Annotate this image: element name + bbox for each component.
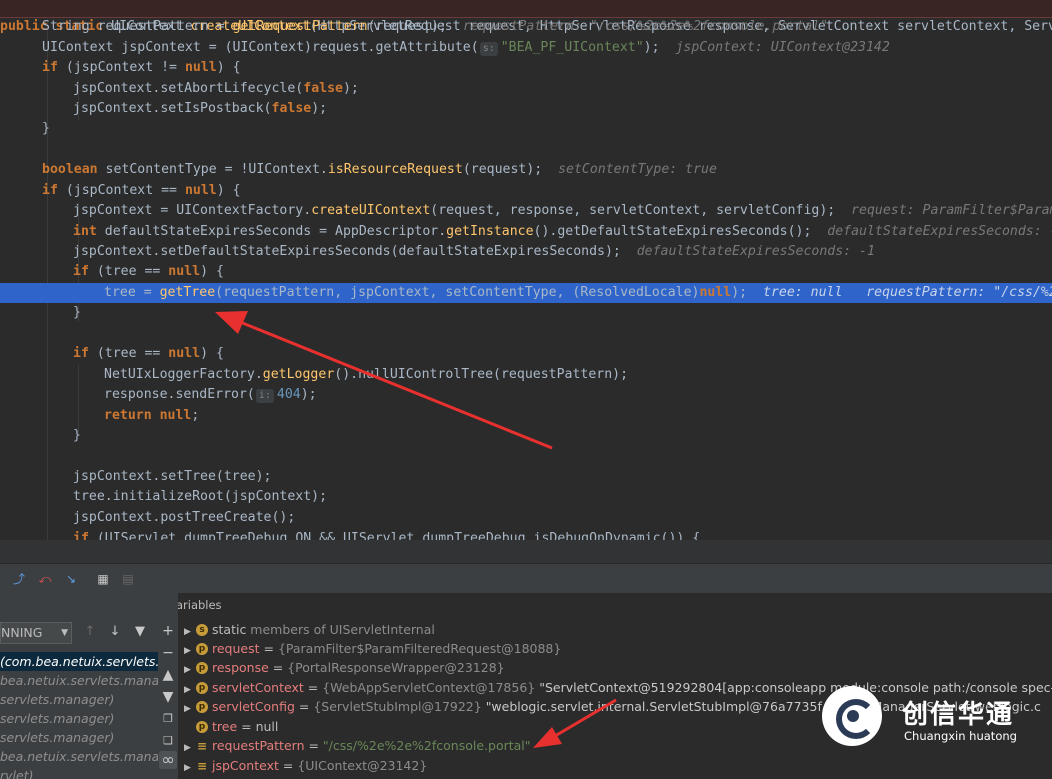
- frame-item[interactable]: servlets.manager): [0, 728, 114, 747]
- variables-side-toolbar: + − ▲ ▼ ❐ ❏ ∞: [158, 593, 178, 779]
- static-icon: s: [196, 623, 208, 636]
- copy-icon[interactable]: ❐: [159, 710, 177, 728]
- run-to-cursor-icon[interactable]: ↘: [63, 571, 79, 587]
- code-line-current-execution[interactable]: tree = getTree(requestPattern, jspContex…: [0, 283, 1052, 303]
- code-line[interactable]: }: [0, 303, 81, 323]
- parameter-icon: p: [196, 700, 208, 713]
- inline-value-hint: tree: null requestPattern: "/css/%2e%2: [763, 285, 1052, 300]
- arrow-down-icon[interactable]: ↓: [107, 624, 123, 640]
- infinity-icon[interactable]: ∞: [159, 751, 177, 769]
- code-line[interactable]: if (jspContext != null) {: [0, 58, 241, 78]
- code-line[interactable]: jspContext = UIContextFactory.createUICo…: [0, 201, 1052, 221]
- drop-frame-icon[interactable]: ⤺: [37, 571, 53, 587]
- inline-value-hint: request: ParamFilter$ParamFi: [851, 203, 1052, 218]
- code-line[interactable]: }: [0, 426, 81, 446]
- inline-value-hint: defaultStateExpiresSeconds: -1: [827, 224, 1052, 239]
- code-line[interactable]: boolean setContentType = !UIContext.isRe…: [0, 160, 717, 180]
- local-variable-icon: ≡: [196, 758, 208, 773]
- frame-item[interactable]: bea.netuix.servlets.manager.: [0, 747, 158, 766]
- code-editor[interactable]: public static UIContext createUIContext(…: [0, 0, 1052, 540]
- chevron-down-icon: ▼: [61, 628, 68, 638]
- code-line[interactable]: jspContext.setIsPostback(false);: [0, 99, 327, 119]
- frame-item[interactable]: rvlet): [0, 766, 33, 779]
- code-line[interactable]: UIContext jspContext = (UIContext)reques…: [0, 38, 890, 58]
- code-line[interactable]: NetUIxLoggerFactory.getLogger().nullUICo…: [0, 365, 628, 385]
- minus-icon[interactable]: −: [159, 644, 177, 662]
- parameter-hint: i:: [255, 389, 274, 403]
- code-line[interactable]: if (tree == null) {: [0, 344, 224, 364]
- code-line[interactable]: jspContext.setTree(tree);: [0, 467, 272, 487]
- arrow-up-icon[interactable]: ↑: [82, 624, 98, 640]
- frame-item[interactable]: (com.bea.netuix.servlets.: [0, 652, 158, 671]
- step-out-icon[interactable]: ⤴: [11, 571, 27, 587]
- add-watch-icon[interactable]: +: [159, 622, 177, 640]
- debugger-toolbar: ⤴ ⤺ ↘ ▦ ▤: [0, 563, 1052, 594]
- code-line[interactable]: if (jspContext == null) {: [0, 181, 241, 201]
- variables-title: Variables: [178, 598, 222, 612]
- parameter-hint: s:: [479, 42, 498, 56]
- inline-value-hint: setContentType: true: [558, 162, 717, 177]
- evaluate-expression-icon[interactable]: ▦: [95, 571, 111, 587]
- code-line[interactable]: response.sendError(i: 404);: [0, 385, 317, 405]
- frame-item[interactable]: bea.netuix.servlets.manag: [0, 671, 158, 690]
- code-line[interactable]: jspContext.postTreeCreate();: [0, 508, 295, 528]
- variable-row[interactable]: ▶ptree = null: [178, 717, 278, 736]
- inline-value-hint: requestPattern: "/css/%2e%2e%2fconsole.p…: [462, 19, 829, 34]
- code-line-method-signature[interactable]: public static UIContext createUIContext(…: [0, 0, 1052, 34]
- inline-value-hint: jspContext: UIContext@23142: [675, 40, 890, 55]
- frame-item[interactable]: servlets.manager): [0, 690, 114, 709]
- arrow-down-icon[interactable]: ▼: [159, 688, 177, 706]
- chevron-right-icon[interactable]: ▶: [184, 759, 196, 778]
- code-line[interactable]: if (tree == null) {: [0, 262, 224, 282]
- trace-icon[interactable]: ▤: [120, 571, 136, 587]
- parameter-icon: p: [196, 681, 208, 694]
- arrow-up-icon[interactable]: ▲: [159, 666, 177, 684]
- code-line[interactable]: jspContext.setDefaultStateExpiresSeconds…: [0, 242, 875, 262]
- panel-divider: [0, 540, 1052, 563]
- frame-item[interactable]: servlets.manager): [0, 709, 114, 728]
- variable-row[interactable]: ▶ ≡ jspContext = {UIContext@23142}: [178, 756, 427, 775]
- code-line[interactable]: }: [0, 119, 50, 139]
- variable-row[interactable]: ▶ p response = {PortalResponseWrapper@2312…: [178, 658, 505, 677]
- watermark-logo: 创信华通 Chuangxin huatong: [822, 686, 1052, 748]
- code-line[interactable]: jspContext.setAbortLifecycle(false);: [0, 79, 359, 99]
- copy-value-icon[interactable]: ❏: [159, 732, 177, 750]
- inline-value-hint: defaultStateExpiresSeconds: -1: [636, 244, 875, 259]
- thread-state-combo[interactable]: NNING ▼: [0, 622, 72, 644]
- frames-panel: NNING ▼ ↑ ↓ ▼ (com.bea.netuix.servlets. b…: [0, 593, 159, 779]
- filter-icon[interactable]: ▼: [132, 624, 148, 640]
- parameter-icon: p: [196, 642, 208, 655]
- parameter-icon: p: [196, 720, 208, 733]
- code-line[interactable]: String requestPattern = getRequestPatter…: [0, 17, 828, 37]
- code-line[interactable]: return null;: [0, 406, 199, 426]
- code-line[interactable]: if (UIServlet.dumpTreeDebug_ON && UIServ…: [0, 529, 700, 540]
- code-line[interactable]: tree.initializeRoot(jspContext);: [0, 487, 327, 507]
- parameter-icon: p: [196, 661, 208, 674]
- variable-row[interactable]: ▶ p request = {ParamFilter$ParamFilteredRe…: [178, 639, 561, 658]
- local-variable-icon: ≡: [196, 738, 208, 753]
- logo-icon: [822, 686, 882, 746]
- variable-row-highlighted[interactable]: ▶ ≡ requestPattern = "/css/%2e%2e%2fconsol…: [178, 736, 531, 755]
- code-line[interactable]: int defaultStateExpiresSeconds = AppDesc…: [0, 222, 1052, 242]
- variable-row[interactable]: ▶ s static members of UIServletInternal: [178, 620, 435, 639]
